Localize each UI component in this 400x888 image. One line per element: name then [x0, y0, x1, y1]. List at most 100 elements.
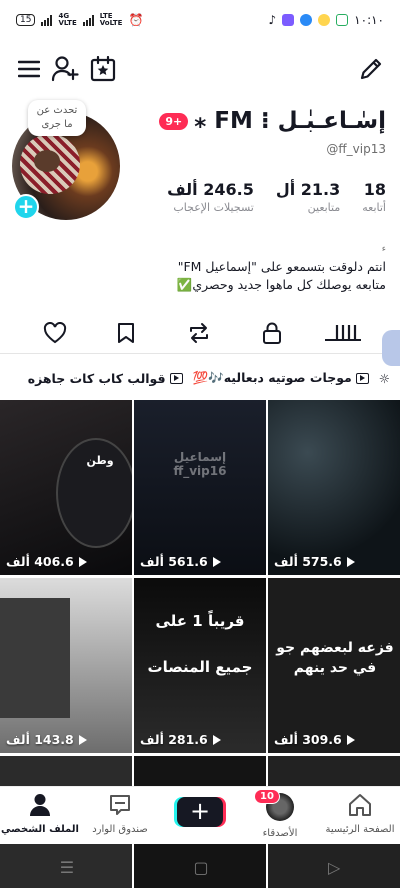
liked-tab[interactable]: [40, 318, 70, 348]
system-nav: ☰ ▢ ▷: [0, 846, 400, 888]
bio-line-2: متابعه يوصلك كل ماهوا جديد وحصري✅: [176, 277, 386, 292]
notification-badge[interactable]: 9+: [159, 112, 189, 130]
video-thumbnail[interactable]: وطن 406.6 ألف: [0, 400, 132, 575]
stat-followers-label: متابعين: [307, 201, 341, 214]
bio: ء انتم دلوقت بتسمعو على "إسماعيل FM" متا…: [16, 240, 386, 294]
stat-following-value: 18: [363, 180, 386, 199]
view-count: 143.8 ألف: [6, 732, 87, 747]
username-row: 9+ إسٰـاعـبٰـل ⁝ FM ⁎: [159, 108, 386, 134]
status-bar-left: 15 4G VLTE LTE VoLTE ⏰: [16, 13, 143, 27]
playlist-icon: [169, 372, 183, 384]
add-friend-icon[interactable]: [50, 54, 80, 84]
signal-icon-2: [82, 14, 94, 26]
recents-icon[interactable]: ☰: [60, 858, 74, 877]
profile-tabs: [0, 312, 400, 354]
nav-home-label: الصفحة الرئيسية: [325, 824, 395, 835]
stat-followers-value: 21.3 أل: [275, 180, 341, 199]
stat-likes-label: تسجيلات الإعجاب: [173, 201, 254, 214]
friends-badge: 10: [254, 789, 280, 804]
nav-profile-label: الملف الشخصي: [1, 824, 79, 835]
stat-followers[interactable]: 21.3 أل متابعين: [276, 180, 340, 214]
home-button-icon[interactable]: ▢: [193, 858, 208, 877]
video-thumbnail[interactable]: فزعه لبعضهم جو في حد ينهم 309.6 ألف: [268, 578, 400, 753]
nav-friends-label: الأصدقاء: [262, 828, 298, 839]
playlist-label: موجات صوتيه دبعاليه🎶💯: [192, 370, 352, 385]
playlist-item[interactable]: قوالب كاب كات جاهزه: [28, 371, 183, 386]
inbox-icon: [110, 795, 130, 815]
app-icon: [282, 14, 295, 26]
top-bar: [0, 50, 400, 90]
status-bar: 15 4G VLTE LTE VoLTE ⏰ ♪ ١٠:١٠: [0, 0, 400, 40]
home-icon: [349, 794, 371, 816]
stat-likes-value: 246.5 ألف: [167, 180, 254, 199]
view-count: 309.6 ألف: [274, 732, 355, 747]
network-label-2: LTE VoLTE: [99, 12, 123, 27]
view-count: 281.6 ألف: [140, 732, 221, 747]
view-count: 561.6 ألف: [140, 554, 221, 569]
videos-tab[interactable]: [330, 318, 360, 348]
battery-icon: [336, 14, 349, 26]
favorites-tab[interactable]: [111, 318, 141, 348]
calendar-star-icon[interactable]: [88, 54, 118, 84]
video-overlay-text: إسماعيل ff_vip16: [173, 450, 227, 478]
nav-inbox-label: صندوق الوارد: [92, 824, 148, 835]
bio-line-1: انتم دلوقت بتسمعو على "إسماعيل FM": [177, 259, 386, 274]
sun-icon[interactable]: ☼: [379, 371, 390, 386]
menu-icon[interactable]: [14, 54, 44, 84]
back-icon[interactable]: ▷: [328, 858, 340, 877]
play-icon: [78, 556, 87, 567]
view-count: 575.6 ألف: [274, 554, 355, 569]
active-tab-indicator: [325, 339, 361, 341]
stats: 18 أتابعه 21.3 أل متابعين 246.5 ألف تسجي…: [167, 180, 386, 214]
playlists-row: ☼ موجات صوتيه دبعاليه🎶💯 قوالب كاب كات جا…: [0, 364, 400, 392]
create-button[interactable]: +: [177, 797, 223, 827]
video-overlay-text: قريباً 1 على جميع المنصات: [147, 612, 253, 676]
play-icon: [78, 734, 87, 745]
bottom-nav: الملف الشخصي صندوق الوارد + الأصدقاء 10 …: [0, 786, 400, 844]
app-icon-3: [318, 14, 331, 26]
handle: @ff_vip13: [326, 142, 386, 156]
stat-following-label: أتابعه: [362, 201, 386, 214]
playlist-item[interactable]: موجات صوتيه دبعاليه🎶💯: [193, 370, 369, 386]
nav-inbox[interactable]: صندوق الوارد: [80, 793, 160, 835]
reposts-tab[interactable]: [184, 318, 214, 348]
video-thumbnail[interactable]: قريباً 1 على جميع المنصات 281.6 ألف: [134, 578, 266, 753]
side-handle[interactable]: [382, 330, 400, 366]
notification-chip: 15: [16, 14, 36, 26]
view-count: 406.6 ألف: [6, 554, 87, 569]
app-icon-2: [300, 14, 313, 26]
nav-profile[interactable]: الملف الشخصي: [0, 793, 80, 835]
status-bar-right: ♪ ١٠:١٠: [269, 13, 385, 27]
add-story-button[interactable]: +: [13, 194, 39, 220]
video-thumbnail[interactable]: 143.8 ألف: [0, 578, 132, 753]
avatar-face: [34, 150, 60, 172]
tiktok-icon: ♪: [268, 13, 277, 27]
locked-tab[interactable]: [257, 318, 287, 348]
stat-likes[interactable]: 246.5 ألف تسجيلات الإعجاب: [167, 180, 254, 214]
profile-icon: [30, 794, 50, 816]
edit-icon[interactable]: [356, 54, 386, 84]
playlist-label: قوالب كاب كات جاهزه: [27, 370, 166, 386]
video-thumbnail[interactable]: 575.6 ألف: [268, 400, 400, 575]
profile-screen: 15 4G VLTE LTE VoLTE ⏰ ♪ ١٠:١٠ تحدث عن م…: [0, 0, 400, 888]
nav-friends[interactable]: الأصدقاء: [240, 793, 320, 839]
alarm-icon: ⏰: [128, 13, 144, 27]
display-name: إسٰـاعـبٰـل ⁝ FM ⁎: [194, 108, 386, 134]
play-icon: [346, 734, 355, 745]
video-thumbnail[interactable]: إسماعيل ff_vip16 561.6 ألف: [134, 400, 266, 575]
note-bubble[interactable]: تحدث عن ما جرى: [28, 100, 86, 136]
signal-icon: [41, 14, 53, 26]
play-icon: [346, 556, 355, 567]
network-label: 4G VLTE: [58, 12, 77, 27]
video-overlay-text: وطن: [86, 454, 114, 467]
playlist-icon: [355, 372, 369, 384]
play-icon: [212, 556, 221, 567]
thumbnail-graphic: [0, 598, 70, 718]
play-icon: [212, 734, 221, 745]
nav-home[interactable]: الصفحة الرئيسية: [320, 793, 400, 835]
bio-small: ء: [381, 244, 386, 254]
clock: ١٠:١٠: [354, 13, 384, 27]
stat-following[interactable]: 18 أتابعه: [362, 180, 386, 214]
video-grid: 575.6 ألف إسماعيل ff_vip16 561.6 ألف وطن…: [0, 400, 400, 888]
video-overlay-text: فزعه لبعضهم جو في حد ينهم: [276, 640, 394, 676]
